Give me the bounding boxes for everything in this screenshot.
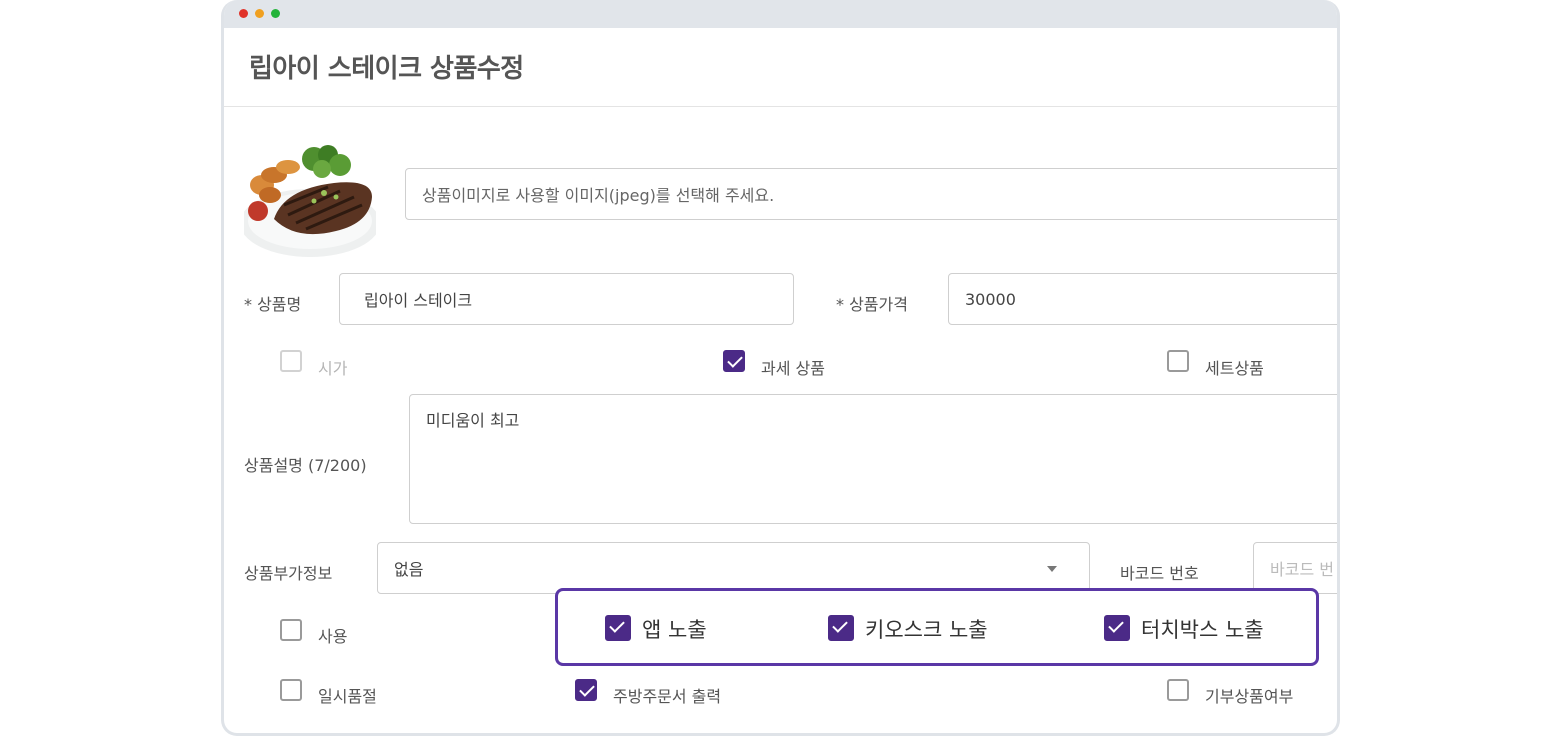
minimize-window-dot[interactable] bbox=[255, 9, 264, 18]
kitchen-order-print-label: 주방주문서 출력 bbox=[613, 687, 722, 706]
use-label: 사용 bbox=[318, 627, 348, 646]
app-exposure-checkbox[interactable] bbox=[605, 615, 631, 641]
set-product-label: 세트상품 bbox=[1205, 359, 1264, 378]
product-name-input[interactable]: 립아이 스테이크 bbox=[339, 273, 794, 325]
set-product-checkbox[interactable] bbox=[1167, 350, 1189, 372]
taxable-label: 과세 상품 bbox=[761, 359, 825, 378]
barcode-label: 바코드 번호 bbox=[1120, 564, 1199, 583]
close-window-dot[interactable] bbox=[239, 9, 248, 18]
kiosk-exposure-label: 키오스크 노출 bbox=[865, 618, 988, 642]
product-edit-window: 립아이 스테이크 상품수정 상품이미지로 사용할 이미지(jpeg)를 선택해 … bbox=[221, 0, 1340, 736]
image-upload-input[interactable]: 상품이미지로 사용할 이미지(jpeg)를 선택해 주세요. bbox=[405, 168, 1337, 220]
product-name-label: * 상품명 bbox=[244, 295, 302, 314]
market-price-checkbox[interactable] bbox=[280, 350, 302, 372]
sold-out-checkbox[interactable] bbox=[280, 679, 302, 701]
product-price-input[interactable]: 30000 bbox=[948, 273, 1337, 325]
barcode-input[interactable]: 바코드 번 bbox=[1253, 542, 1337, 594]
extra-info-select[interactable]: 없음 bbox=[377, 542, 1090, 594]
product-thumbnail[interactable] bbox=[244, 127, 376, 259]
form-content: 상품이미지로 사용할 이미지(jpeg)를 선택해 주세요. * 상품명 립아이… bbox=[224, 107, 1337, 733]
sold-out-label: 일시품절 bbox=[318, 687, 377, 706]
product-price-label: * 상품가격 bbox=[836, 295, 908, 314]
maximize-window-dot[interactable] bbox=[271, 9, 280, 18]
touchbox-exposure-label: 터치박스 노출 bbox=[1141, 618, 1264, 642]
touchbox-exposure-checkbox[interactable] bbox=[1104, 615, 1130, 641]
steak-photo-icon bbox=[244, 127, 376, 259]
kiosk-exposure-checkbox[interactable] bbox=[828, 615, 854, 641]
window-titlebar bbox=[224, 0, 1337, 28]
description-textarea[interactable]: 미디움이 최고 bbox=[409, 394, 1337, 524]
donation-product-label: 기부상품여부 bbox=[1205, 687, 1294, 706]
page-title: 립아이 스테이크 상품수정 bbox=[249, 54, 524, 84]
taxable-checkbox[interactable] bbox=[723, 350, 745, 372]
kitchen-order-print-checkbox[interactable] bbox=[575, 679, 597, 701]
extra-info-label: 상품부가정보 bbox=[244, 564, 333, 583]
use-checkbox[interactable] bbox=[280, 619, 302, 641]
extra-info-value: 없음 bbox=[394, 560, 424, 579]
donation-product-checkbox[interactable] bbox=[1167, 679, 1189, 701]
app-exposure-label: 앱 노출 bbox=[642, 618, 707, 642]
chevron-down-icon bbox=[1047, 566, 1057, 572]
description-label: 상품설명 (7/200) bbox=[244, 456, 367, 475]
page-header: 립아이 스테이크 상품수정 bbox=[224, 28, 1337, 107]
market-price-label: 시가 bbox=[318, 359, 348, 378]
